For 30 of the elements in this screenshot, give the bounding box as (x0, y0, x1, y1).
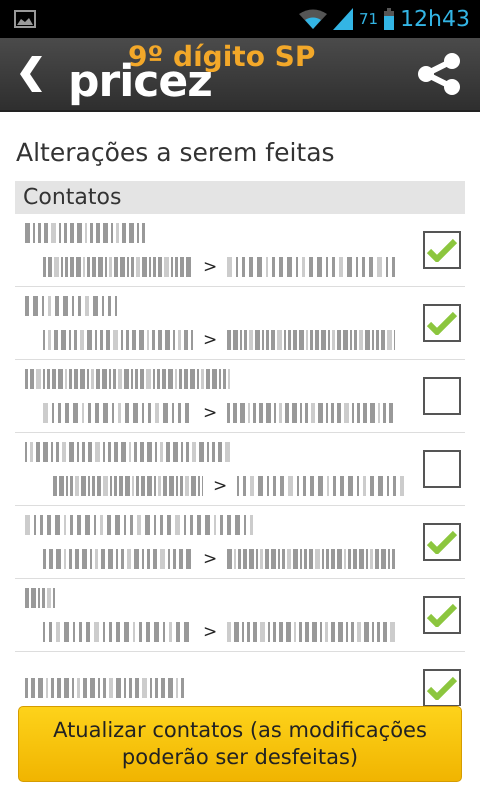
contact-checkbox[interactable] (423, 450, 461, 488)
contact-checkbox[interactable] (423, 231, 461, 269)
check-icon (427, 238, 457, 262)
contact-checkbox[interactable] (423, 596, 461, 634)
picture-icon (14, 10, 36, 28)
arrow-text: > (203, 622, 218, 642)
check-icon (427, 311, 457, 335)
section-header: Contatos (15, 181, 465, 214)
battery-icon (384, 8, 394, 30)
share-icon[interactable] (416, 51, 462, 97)
blurred-name-drawing (25, 586, 55, 610)
clock: 12h43 (400, 6, 470, 32)
arrow-text: > (203, 403, 218, 423)
update-contacts-button[interactable]: Atualizar contatos (as modificações poderão ser desfeitas) (18, 706, 462, 782)
contact-checkbox[interactable] (423, 523, 461, 561)
arrow-text: > (203, 549, 218, 569)
contact-checkbox[interactable] (423, 669, 461, 706)
contact-checkbox[interactable] (423, 377, 461, 415)
contact-checkbox[interactable] (423, 304, 461, 342)
arrow-text: > (203, 330, 218, 350)
back-icon[interactable] (18, 54, 44, 94)
check-icon (427, 676, 457, 700)
check-icon (427, 603, 457, 627)
arrow-text: > (203, 257, 218, 277)
wifi-icon (298, 9, 327, 29)
page-title: Alterações a serem feitas (15, 137, 336, 169)
check-icon (427, 530, 457, 554)
arrow-text: > (213, 476, 228, 496)
signal-icon (332, 8, 353, 30)
battery-level: 71 (358, 10, 378, 28)
